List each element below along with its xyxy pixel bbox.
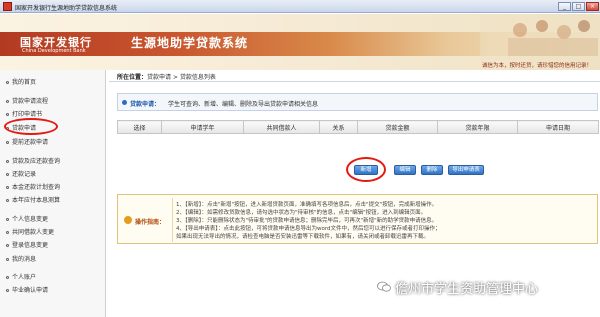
- sidebar-item-print-application[interactable]: 打印申请书: [6, 109, 42, 118]
- sidebar-item-label: 提前还款申请: [12, 139, 49, 146]
- header-banner: 国家开发银行 China Development Bank 生源地助学贷款系统 …: [0, 14, 600, 70]
- window-title-bar: 国家开发银行生源地助学贷款信息系统 _ □ ×: [0, 0, 600, 13]
- bullet-icon: [6, 160, 9, 163]
- sidebar-item-interest-estimate[interactable]: 本年应付本息测算: [6, 195, 60, 204]
- app-icon: [3, 2, 12, 11]
- close-button[interactable]: ×: [586, 2, 599, 11]
- delete-button[interactable]: 删除: [421, 165, 443, 175]
- bullet-icon: [6, 141, 9, 144]
- bullet-icon: [6, 289, 9, 292]
- breadcrumb: 所在位置：贷款申请 > 贷款信息列表: [117, 72, 216, 81]
- highlight-circle-add: [346, 157, 386, 182]
- guide-icon: [124, 216, 132, 224]
- sidebar-item-loan-process[interactable]: 贷款申请流程: [6, 96, 48, 105]
- sidebar-item-label: 我的首页: [12, 79, 37, 86]
- minimize-button[interactable]: _: [558, 2, 571, 11]
- bullet-icon: [6, 173, 9, 176]
- sidebar-item-label: 登录信息变更: [12, 242, 49, 249]
- bullet-icon: [6, 231, 9, 234]
- bullet-icon: [6, 258, 9, 261]
- sidebar-item-label: 毕业确认申请: [12, 287, 49, 294]
- breadcrumb-path: 贷款申请 > 贷款信息列表: [147, 74, 216, 81]
- column-header-date[interactable]: 申请日期: [517, 120, 599, 134]
- sidebar-item-graduation[interactable]: 毕业确认申请: [6, 285, 48, 294]
- loan-table: 选择 申请学年 共同借款人 关系 贷款金额 贷款年限 申请日期: [117, 120, 599, 134]
- banner-decoration: [480, 14, 600, 60]
- column-header-year[interactable]: 申请学年: [161, 120, 244, 134]
- guide-line: 如果出现无法导出的情况，请检查电脑是否安装迅雷等下载软件，如果有，请关闭或者卸载…: [176, 234, 430, 240]
- guide-line: 3、【删除】：只能删除状态为"待审批"的贷款申请信息；删除完毕后，可再次"新增"…: [176, 218, 438, 224]
- bullet-icon: [6, 81, 9, 84]
- guide-label: 操作指南：: [135, 219, 166, 226]
- sidebar-nav: 我的首页 贷款申请流程 打印申请书 贷款申请 提前还款申请 贷款及应还款查询 还…: [0, 70, 106, 317]
- highlight-circle-sidebar: [4, 118, 58, 135]
- sidebar-item-label: 本年应付本息测算: [12, 197, 61, 204]
- sidebar-item-label: 贷款申请流程: [12, 98, 49, 105]
- banner-slogan: 诚信为本，按时还贷，请珍惜您的信用记录！: [481, 63, 592, 69]
- bank-logo-en: China Development Bank: [22, 48, 86, 54]
- breadcrumb-prefix: 所在位置：: [117, 74, 148, 81]
- guide-line: 4、【导出申请表】：点击此按钮，可将贷款申请信息导出为word文件中，然后您可以…: [176, 226, 441, 232]
- sidebar-item-label: 我的消息: [12, 256, 37, 263]
- info-label: 贷款申请：: [130, 101, 161, 108]
- bullet-icon: [6, 244, 9, 247]
- maximize-button[interactable]: □: [572, 2, 585, 11]
- bullet-icon: [6, 113, 9, 116]
- bullet-icon: [6, 199, 9, 202]
- column-header-amount[interactable]: 贷款金额: [357, 120, 438, 134]
- column-header-co-borrower[interactable]: 共同借款人: [243, 120, 320, 134]
- table-header-row: 选择 申请学年 共同借款人 关系 贷款金额 贷款年限 申请日期: [117, 120, 599, 134]
- sidebar-item-loan-query[interactable]: 贷款及应还款查询: [6, 156, 60, 165]
- window-title: 国家开发银行生源地助学贷款信息系统: [15, 5, 118, 12]
- sidebar-item-early-repayment[interactable]: 提前还款申请: [6, 137, 48, 146]
- column-header-term[interactable]: 贷款年限: [437, 120, 518, 134]
- sidebar-item-repayment-records[interactable]: 还款记录: [6, 169, 36, 178]
- bullet-icon: [6, 186, 9, 189]
- column-header-select[interactable]: 选择: [117, 120, 162, 134]
- sidebar-item-principal-plan[interactable]: 本金还款计划查询: [6, 182, 60, 191]
- info-box: 贷款申请： 学生可查询、新增、编辑、删除及导出贷款申请相关信息: [117, 93, 598, 111]
- wechat-icon: [377, 281, 391, 292]
- guide-line: 2、【编辑】：如需修改贷款信息，请勾选中状态为"待审核"的信息，点击"编辑"按钮…: [176, 210, 427, 216]
- divider: [109, 81, 600, 82]
- sidebar-item-label: 个人信息变更: [12, 216, 49, 223]
- bullet-icon: [6, 218, 9, 221]
- sidebar-item-label: 还款记录: [12, 171, 37, 178]
- sidebar-item-home[interactable]: 我的首页: [6, 77, 36, 86]
- export-button[interactable]: 导出申请表: [448, 165, 484, 175]
- operation-guide: 操作指南： 1、【新增】：点击"新增"按钮，进入新增贷款页面，准确填写各项信息后…: [117, 194, 598, 244]
- divider: [172, 198, 173, 242]
- column-header-relation[interactable]: 关系: [319, 120, 358, 134]
- sidebar-item-login-info[interactable]: 登录信息变更: [6, 240, 48, 249]
- sidebar-item-co-borrower[interactable]: 共同借款人变更: [6, 227, 54, 236]
- bullet-icon: [6, 276, 9, 279]
- sidebar-item-label: 贷款及应还款查询: [12, 158, 61, 165]
- sidebar-item-label: 本金还款计划查询: [12, 184, 61, 191]
- edit-button[interactable]: 编辑: [394, 165, 416, 175]
- sidebar-item-messages[interactable]: 我的消息: [6, 254, 36, 263]
- sidebar-item-label: 个人账户: [12, 274, 37, 281]
- sidebar-item-personal-account[interactable]: 个人账户: [6, 272, 36, 281]
- system-title: 生源地助学贷款系统: [131, 36, 249, 50]
- sidebar-item-label: 共同借款人变更: [12, 229, 55, 236]
- watermark-text: 儋州市学生资助管理中心: [395, 282, 539, 297]
- sidebar-item-personal-info[interactable]: 个人信息变更: [6, 214, 48, 223]
- info-icon: [122, 100, 127, 105]
- guide-line: 1、【新增】：点击"新增"按钮，进入新增贷款页面，准确填写各项信息后，点击"提交…: [176, 202, 438, 208]
- bullet-icon: [6, 100, 9, 103]
- info-text: 学生可查询、新增、编辑、删除及导出贷款申请相关信息: [168, 101, 319, 108]
- sidebar-item-label: 打印申请书: [12, 111, 43, 118]
